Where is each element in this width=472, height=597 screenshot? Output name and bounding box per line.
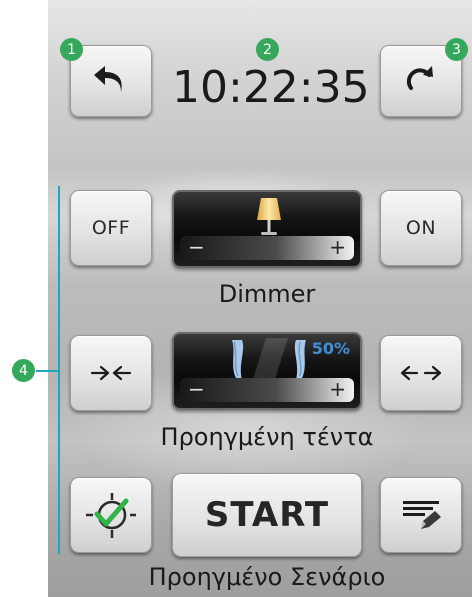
dimmer-minus[interactable]: − — [188, 237, 205, 257]
start-label: START — [204, 495, 330, 535]
dimmer-display[interactable]: − + — [172, 190, 362, 268]
scenario-label: Προηγμένο Σενάριο — [148, 563, 386, 591]
awning-percent: 50% — [311, 339, 350, 358]
start-button[interactable]: START — [172, 473, 362, 557]
awning-minus[interactable]: − — [188, 379, 205, 399]
callout-badge-3: 3 — [445, 38, 468, 61]
dimmer-off-button[interactable]: OFF — [70, 190, 152, 266]
awning-display[interactable]: 50% − + — [172, 332, 362, 410]
awning-open-button[interactable] — [380, 335, 462, 411]
dimmer-plus[interactable]: + — [329, 237, 346, 257]
arrows-outward-icon — [400, 365, 442, 381]
edit-icon — [403, 501, 441, 529]
curtain-icon — [232, 338, 306, 382]
scenario-enable-button[interactable] — [70, 477, 152, 553]
awning-level-bar[interactable] — [180, 378, 354, 402]
callout-connector-line — [36, 370, 59, 372]
awning-plus[interactable]: + — [329, 379, 346, 399]
callout-badge-4: 4 — [12, 359, 35, 382]
scenario-edit-button[interactable] — [380, 477, 462, 553]
dimmer-off-label: OFF — [91, 217, 131, 239]
dimmer-label: Dimmer — [218, 280, 316, 308]
dimmer-level-bar[interactable] — [180, 236, 354, 260]
awning-close-button[interactable] — [70, 335, 152, 411]
scenario-enable-icon — [86, 493, 136, 538]
dimmer-on-label: ON — [405, 217, 437, 239]
back-button[interactable] — [70, 45, 152, 117]
callout-badge-1: 1 — [60, 38, 83, 61]
callout-badge-2: 2 — [256, 38, 279, 61]
awning-label: Προηγμένη τέντα — [160, 423, 374, 451]
clock-time: 10:22:35 — [172, 62, 370, 113]
refresh-arrow-icon — [406, 66, 433, 90]
arrows-inward-icon — [90, 365, 132, 381]
back-arrow-icon — [94, 66, 122, 92]
dimmer-on-button[interactable]: ON — [380, 190, 462, 266]
lamp-icon — [257, 198, 281, 235]
